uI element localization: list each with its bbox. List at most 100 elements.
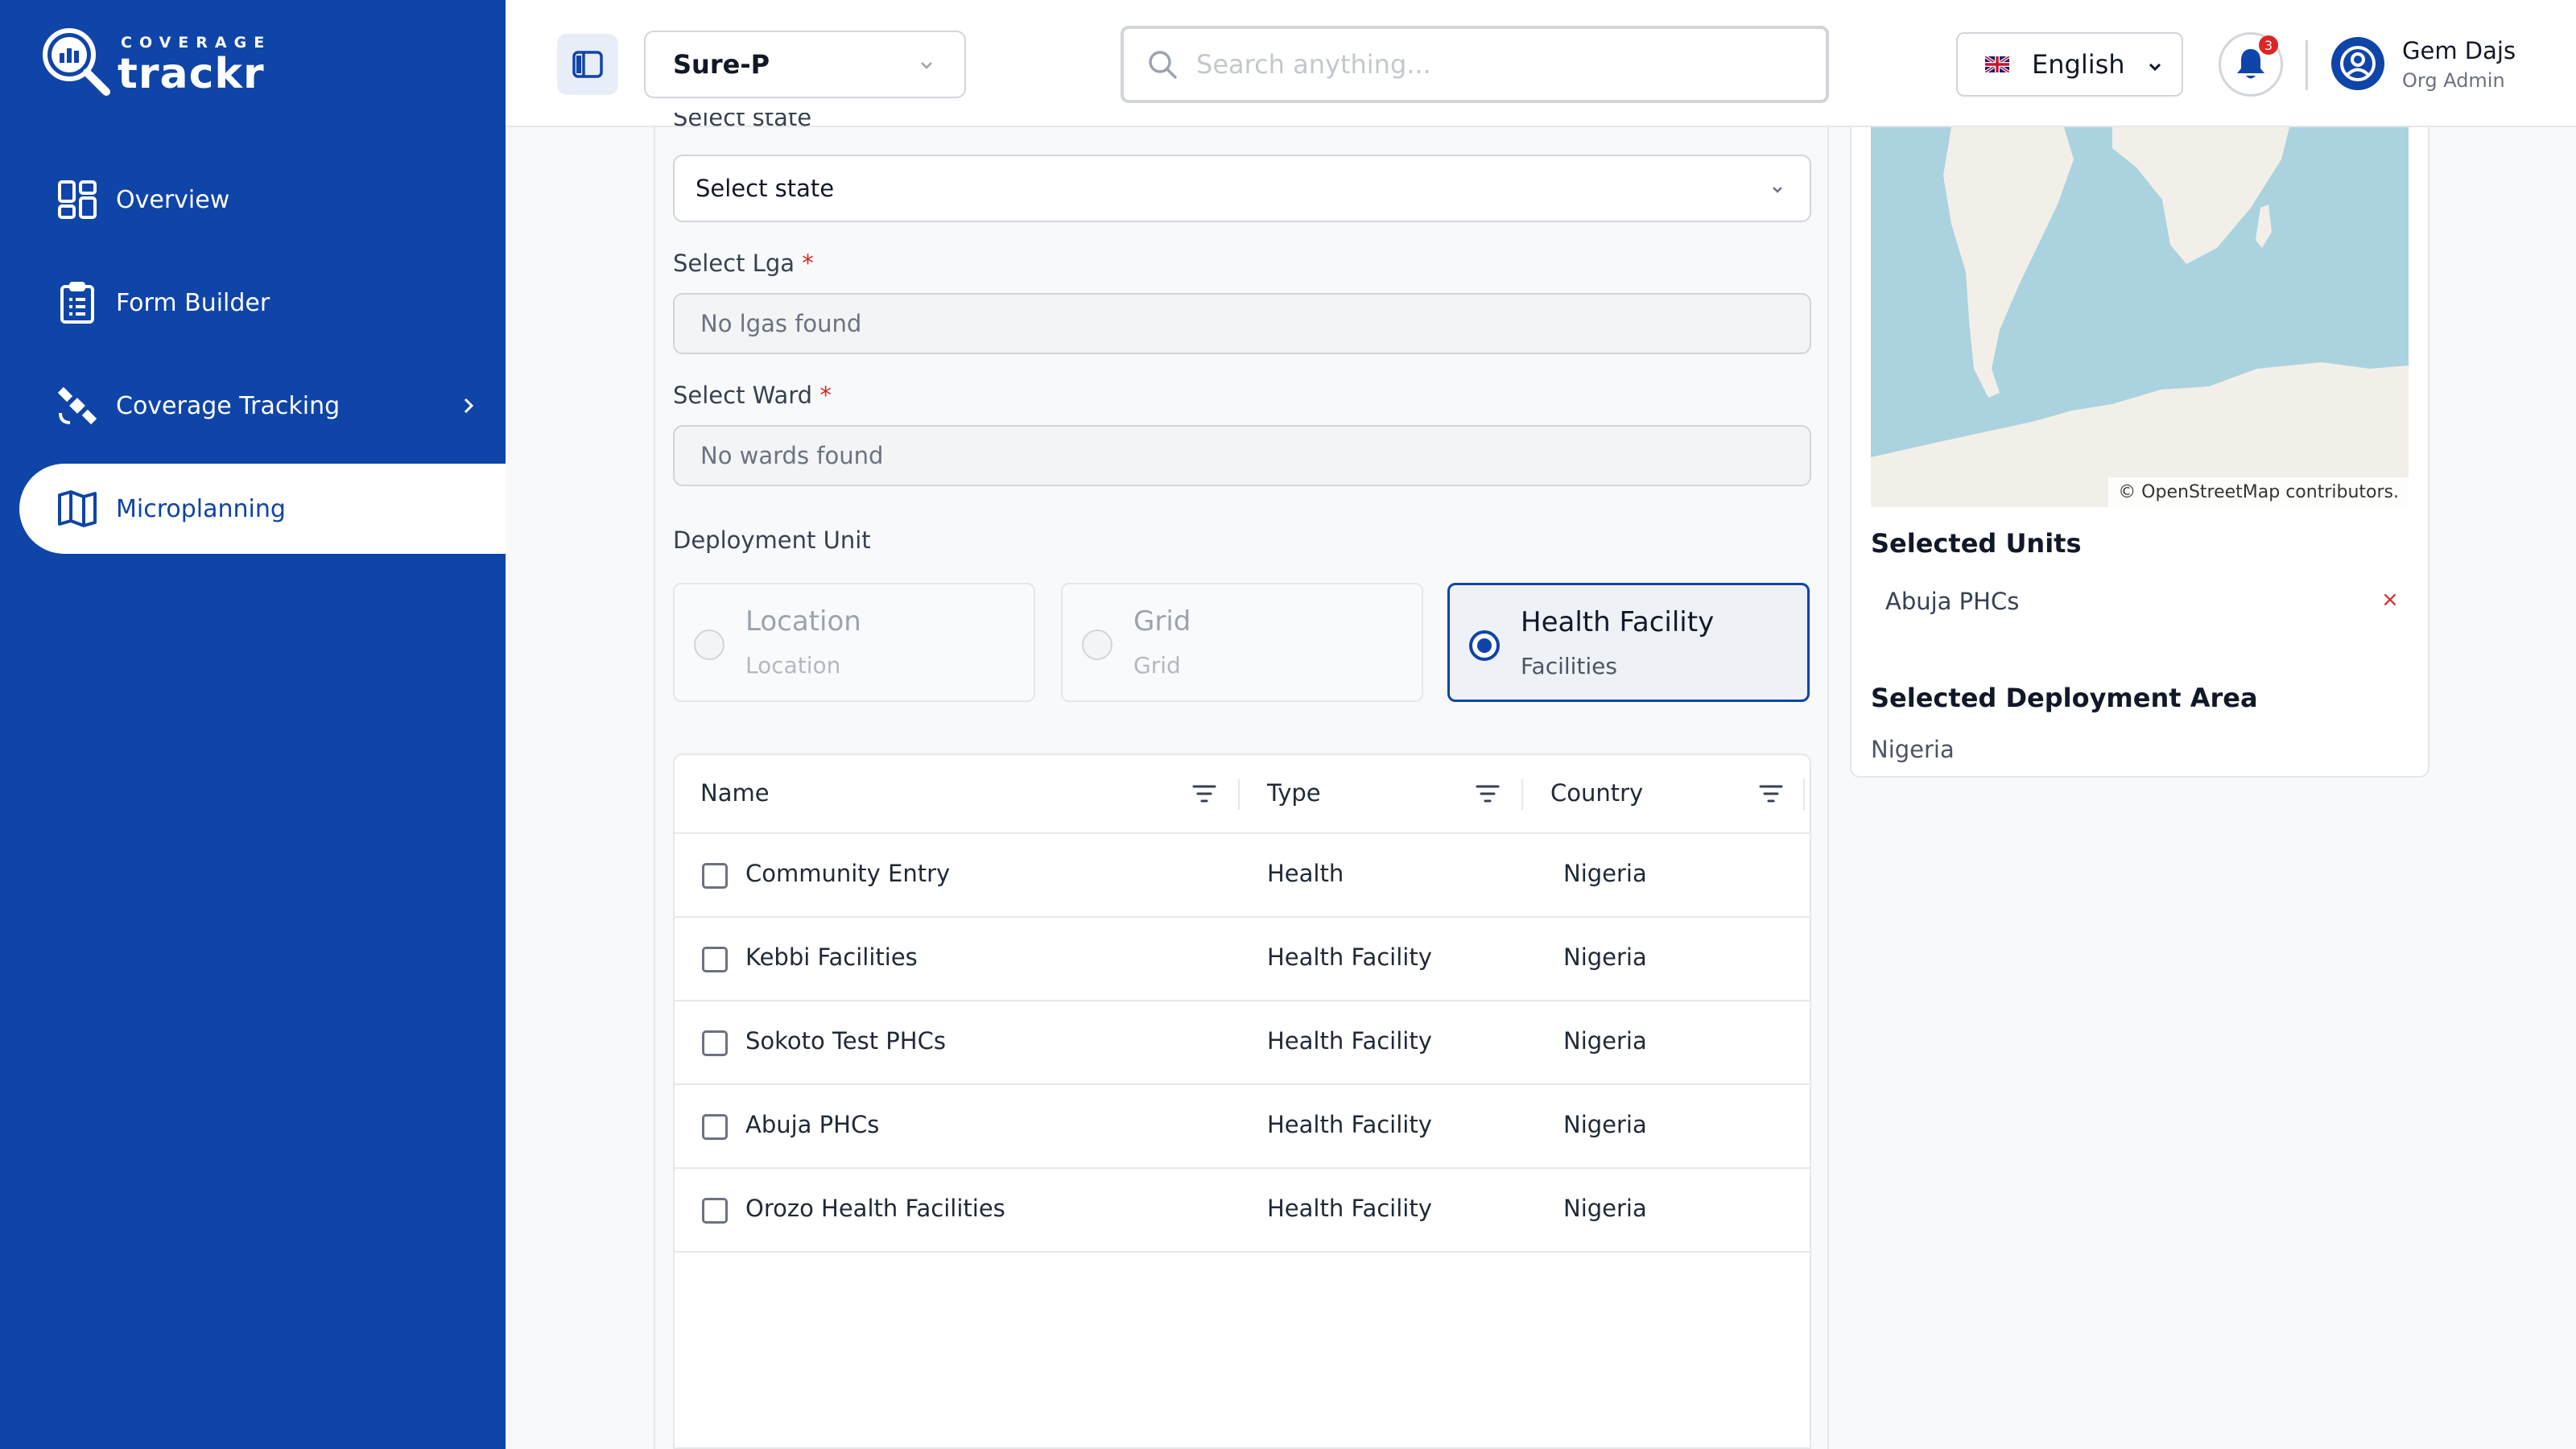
map-attribution[interactable]: © OpenStreetMap contributors.	[2108, 477, 2409, 507]
selected-unit-label: Abuja PHCs	[1885, 588, 2020, 615]
required-asterisk: *	[819, 382, 832, 409]
brand-name: trackr	[118, 50, 265, 98]
state-select-value: Select state	[696, 175, 835, 202]
lga-select-value: No lgas found	[700, 310, 862, 337]
satellite-icon	[56, 385, 98, 427]
uk-flag-icon	[1985, 56, 2009, 72]
column-header-country[interactable]: Country	[1550, 779, 1643, 807]
cell-country: Nigeria	[1563, 860, 1647, 887]
chevron-down-icon	[1773, 187, 1782, 193]
cell-name: Abuja PHCs	[745, 1111, 880, 1138]
column-divider[interactable]	[1238, 779, 1240, 810]
row-checkbox[interactable]	[702, 1114, 728, 1140]
table-row[interactable]: Kebbi Facilities Health Facility Nigeria	[675, 918, 1810, 1001]
user-name[interactable]: Gem Dajs	[2402, 37, 2516, 64]
filter-icon[interactable]	[1475, 782, 1501, 805]
cell-type: Health	[1267, 860, 1344, 887]
sidebar-item-coverage-tracking[interactable]: Coverage Tracking	[19, 361, 506, 451]
cell-country: Nigeria	[1563, 1195, 1647, 1222]
filter-icon[interactable]	[1758, 782, 1784, 805]
language-select[interactable]: English	[1956, 32, 2183, 97]
chevron-down-icon	[2149, 63, 2161, 72]
unit-option-grid[interactable]: Grid Grid	[1061, 583, 1423, 702]
cell-name: Orozo Health Facilities	[745, 1195, 1005, 1222]
sidebar-item-label: Overview	[116, 185, 230, 214]
required-asterisk: *	[802, 250, 814, 277]
unit-option-location[interactable]: Location Location	[673, 583, 1035, 702]
column-header-name[interactable]: Name	[700, 779, 770, 807]
map-icon	[56, 488, 98, 530]
table-row[interactable]: Orozo Health Facilities Health Facility …	[675, 1169, 1810, 1253]
unit-option-subtitle: Location	[745, 652, 841, 679]
map-tiles[interactable]	[1871, 127, 2409, 507]
sidebar: COVERAGE trackr Overview Form Builder Co…	[0, 0, 506, 1449]
selected-units-title: Selected Units	[1871, 528, 2082, 559]
deployment-area-title: Selected Deployment Area	[1871, 683, 2258, 713]
chevron-down-icon	[921, 62, 932, 69]
cell-country: Nigeria	[1563, 1027, 1647, 1055]
row-checkbox[interactable]	[702, 947, 728, 972]
remove-unit-icon[interactable]: ×	[2381, 588, 2399, 612]
row-checkbox[interactable]	[702, 1030, 728, 1056]
bell-icon	[2237, 49, 2264, 79]
ward-select[interactable]: No wards found	[673, 425, 1811, 486]
organization-value: Sure-P	[673, 49, 770, 80]
sidebar-toggle-button[interactable]	[557, 34, 618, 95]
deployment-area-value: Nigeria	[1871, 736, 1955, 763]
lga-field-label: Select Lga *	[673, 250, 814, 277]
column-divider[interactable]	[1521, 779, 1523, 810]
table-row[interactable]: Sokoto Test PHCs Health Facility Nigeria	[675, 1001, 1810, 1085]
table-row[interactable]: Community Entry Health Nigeria	[675, 834, 1810, 918]
cell-name: Community Entry	[745, 860, 951, 887]
unit-option-title: Grid	[1133, 605, 1191, 638]
clipboard-list-icon	[56, 282, 98, 324]
cell-type: Health Facility	[1267, 1027, 1432, 1055]
sidebar-item-label: Microplanning	[116, 494, 286, 523]
ward-field-label: Select Ward *	[673, 382, 832, 409]
sidebar-item-microplanning[interactable]: Microplanning	[19, 464, 506, 554]
lga-select[interactable]: No lgas found	[673, 293, 1811, 354]
radio-button[interactable]	[1082, 630, 1113, 660]
chevron-right-icon[interactable]	[456, 393, 481, 419]
cell-name: Sokoto Test PHCs	[745, 1027, 946, 1055]
header-divider	[2306, 40, 2308, 90]
avatar[interactable]	[2331, 37, 2384, 90]
column-divider[interactable]	[1803, 779, 1805, 810]
cell-country: Nigeria	[1563, 1111, 1647, 1138]
unit-option-title: Health Facility	[1521, 606, 1715, 638]
sidebar-item-form-builder[interactable]: Form Builder	[19, 258, 506, 348]
table-header: Name Type Country	[675, 755, 1810, 834]
table-row[interactable]: Abuja PHCs Health Facility Nigeria	[675, 1085, 1810, 1169]
unit-option-health-facility[interactable]: Health Facility Facilities	[1447, 583, 1810, 702]
dashboard-grid-icon	[56, 179, 98, 221]
map-view[interactable]: © OpenStreetMap contributors.	[1871, 127, 2409, 507]
notification-count-badge: 3	[2259, 35, 2278, 55]
ward-select-value: No wards found	[700, 442, 884, 469]
organization-select[interactable]: Sure-P	[644, 31, 966, 98]
brand-small-text: COVERAGE	[121, 34, 272, 52]
search-input[interactable]	[1196, 49, 1808, 80]
radio-button-selected[interactable]	[1469, 630, 1500, 661]
unit-option-subtitle: Grid	[1133, 652, 1181, 679]
filter-icon[interactable]	[1191, 782, 1217, 805]
row-checkbox[interactable]	[702, 863, 728, 889]
global-search[interactable]	[1121, 26, 1829, 103]
cell-country: Nigeria	[1563, 943, 1647, 971]
cell-type: Health Facility	[1267, 1195, 1432, 1222]
unit-option-subtitle: Facilities	[1521, 653, 1617, 679]
cell-type: Health Facility	[1267, 1111, 1432, 1138]
deployment-unit-label: Deployment Unit	[673, 526, 871, 554]
radio-button[interactable]	[694, 630, 724, 660]
sidebar-item-label: Form Builder	[116, 288, 270, 317]
user-circle-icon	[2340, 46, 2376, 81]
sidebar-item-label: Coverage Tracking	[116, 391, 341, 420]
unit-option-title: Location	[745, 605, 861, 638]
search-icon	[1149, 51, 1177, 79]
row-checkbox[interactable]	[702, 1198, 728, 1224]
column-header-type[interactable]: Type	[1267, 779, 1321, 807]
language-value: English	[2032, 49, 2125, 80]
cell-name: Kebbi Facilities	[745, 943, 918, 971]
brand-logo[interactable]: COVERAGE trackr	[40, 26, 266, 98]
state-select[interactable]: Select state	[673, 155, 1811, 222]
sidebar-item-overview[interactable]: Overview	[19, 155, 506, 245]
